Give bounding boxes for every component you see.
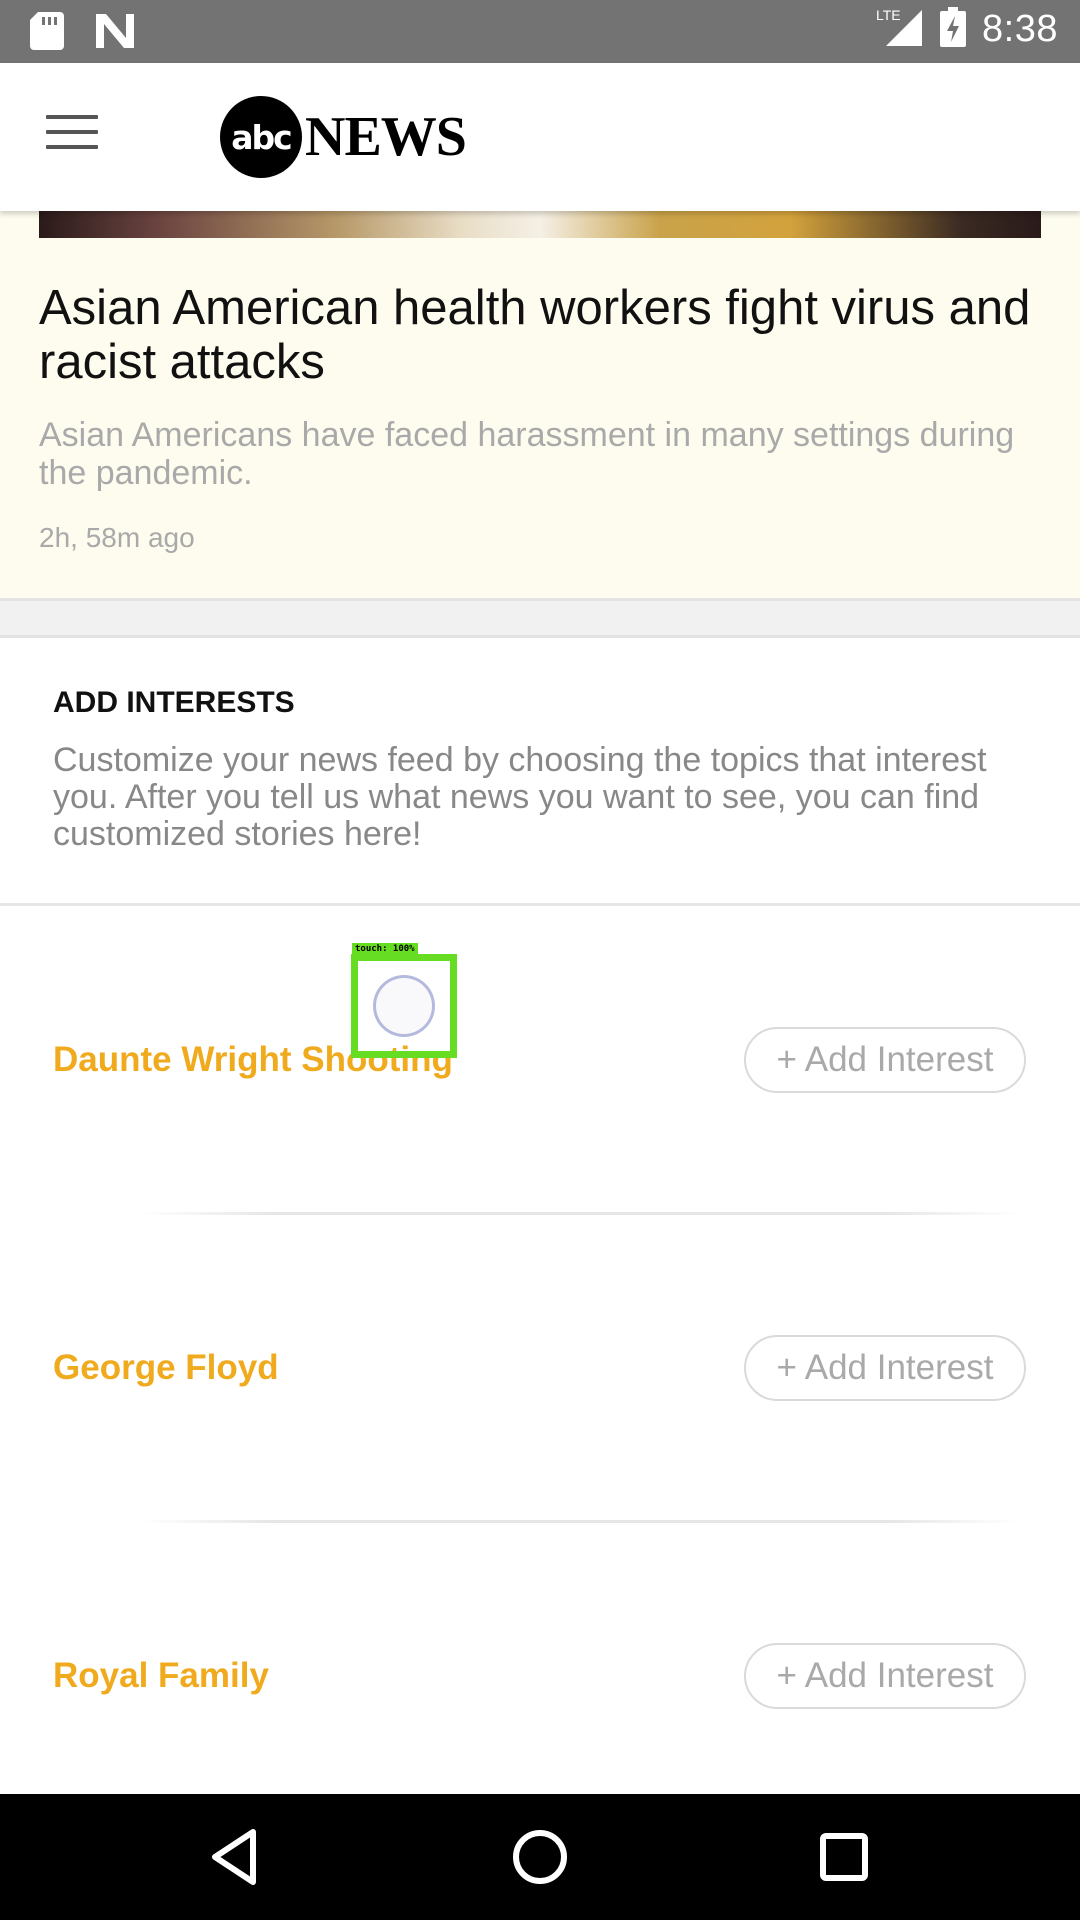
screen: LTE 8:38 abc NEWS Asian American health …	[0, 0, 1080, 1920]
navigation-bar	[0, 1794, 1080, 1920]
lte-signal-icon: LTE	[876, 6, 924, 53]
back-icon[interactable]	[203, 1824, 269, 1890]
app-header: abc NEWS	[0, 63, 1080, 211]
status-time: 8:38	[982, 8, 1058, 50]
story-title[interactable]: Asian American health workers fight viru…	[39, 281, 1039, 389]
story-timestamp: 2h, 58m ago	[39, 522, 195, 553]
add-interest-button[interactable]: + Add Interest	[744, 1643, 1026, 1709]
interest-row: George Floyd + Add Interest	[0, 1214, 1080, 1523]
story-card[interactable]: Asian American health workers fight viru…	[0, 211, 1080, 598]
status-bar: LTE 8:38	[0, 0, 1080, 63]
interest-row: Royal Family + Add Interest	[0, 1522, 1080, 1830]
touch-point-icon	[373, 975, 435, 1037]
battery-charging-icon	[940, 7, 967, 52]
interest-topic-name[interactable]: Royal Family	[53, 1656, 269, 1696]
news-wordmark: NEWS	[305, 106, 467, 168]
recents-icon[interactable]	[811, 1824, 877, 1890]
section-divider	[0, 598, 1080, 638]
interest-topic-name[interactable]: George Floyd	[53, 1348, 279, 1388]
n-notification-icon	[94, 12, 136, 55]
svg-text:LTE: LTE	[876, 7, 901, 23]
interest-row: Daunte Wright Shooting + Add Interest	[0, 906, 1080, 1215]
hamburger-menu-icon[interactable]	[46, 115, 98, 155]
sd-card-icon	[30, 12, 64, 55]
add-interest-button[interactable]: + Add Interest	[744, 1027, 1026, 1093]
add-interest-button[interactable]: + Add Interest	[744, 1335, 1026, 1401]
story-subtitle: Asian Americans have faced harassment in…	[39, 416, 1015, 492]
abc-logo-circle: abc	[220, 96, 302, 178]
story-image[interactable]	[39, 211, 1041, 238]
home-icon[interactable]	[507, 1824, 573, 1890]
abc-news-logo[interactable]: abc NEWS	[220, 96, 467, 178]
add-interests-description: Customize your news feed by choosing the…	[53, 741, 987, 853]
add-interests-section: ADD INTERESTS Customize your news feed b…	[0, 638, 1080, 906]
add-interests-title: ADD INTERESTS	[53, 686, 295, 719]
